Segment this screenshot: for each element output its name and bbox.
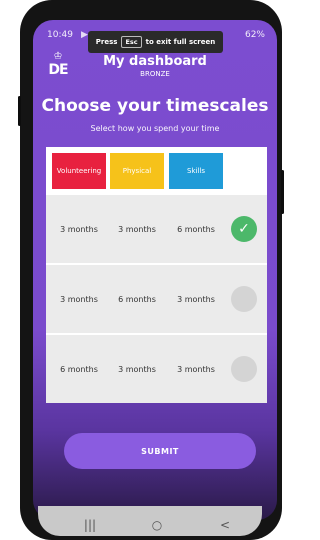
physical-duration: 3 months bbox=[118, 224, 156, 234]
legend: Volunteering Physical Skills bbox=[46, 147, 267, 193]
status-time: 10:49 bbox=[47, 30, 73, 40]
option-row[interactable]: 6 months 3 months 3 months bbox=[46, 335, 267, 403]
recent-apps-icon[interactable]: ||| bbox=[75, 515, 105, 535]
battery-indicator: 62% bbox=[244, 30, 265, 40]
app-screen: 10:49 ▶ ◧ ◫ 62% Press Esc to exit full s… bbox=[33, 20, 277, 520]
back-icon[interactable]: < bbox=[210, 515, 240, 535]
option-row[interactable]: 3 months 3 months 6 months ✓ bbox=[46, 195, 267, 263]
skills-duration: 3 months bbox=[177, 294, 215, 304]
submit-button[interactable]: SUBMIT bbox=[64, 433, 256, 469]
skills-duration: 6 months bbox=[177, 224, 215, 234]
fullscreen-toast: Press Esc to exit full screen bbox=[88, 31, 223, 53]
option-row[interactable]: 3 months 6 months 3 months bbox=[46, 265, 267, 333]
physical-duration: 3 months bbox=[118, 364, 156, 374]
toast-press: Press bbox=[95, 38, 118, 46]
option-radio[interactable] bbox=[231, 356, 257, 382]
award-level: BRONZE bbox=[140, 70, 170, 78]
legend-physical: Physical bbox=[110, 153, 164, 189]
timescale-panel: Volunteering Physical Skills 3 months 3 … bbox=[46, 147, 267, 403]
section-subheading: Select how you spend your time bbox=[90, 124, 220, 133]
toast-message: to exit full screen bbox=[145, 38, 216, 46]
section-heading: Choose your timescales bbox=[41, 96, 269, 116]
page-title: My dashboard bbox=[103, 54, 207, 69]
volunteering-duration: 3 months bbox=[60, 294, 98, 304]
skills-duration: 3 months bbox=[177, 364, 215, 374]
legend-skills: Skills bbox=[169, 153, 223, 189]
option-radio[interactable] bbox=[231, 286, 257, 312]
option-radio-selected[interactable]: ✓ bbox=[231, 216, 257, 242]
esc-key: Esc bbox=[121, 36, 142, 48]
legend-volunteering: Volunteering bbox=[52, 153, 106, 189]
checkmark-icon: ✓ bbox=[238, 221, 250, 237]
physical-duration: 6 months bbox=[118, 294, 156, 304]
volume-button bbox=[18, 96, 21, 126]
power-button bbox=[281, 170, 284, 214]
volunteering-duration: 6 months bbox=[60, 364, 98, 374]
volunteering-duration: 3 months bbox=[60, 224, 98, 234]
home-icon[interactable]: ○ bbox=[142, 515, 172, 535]
